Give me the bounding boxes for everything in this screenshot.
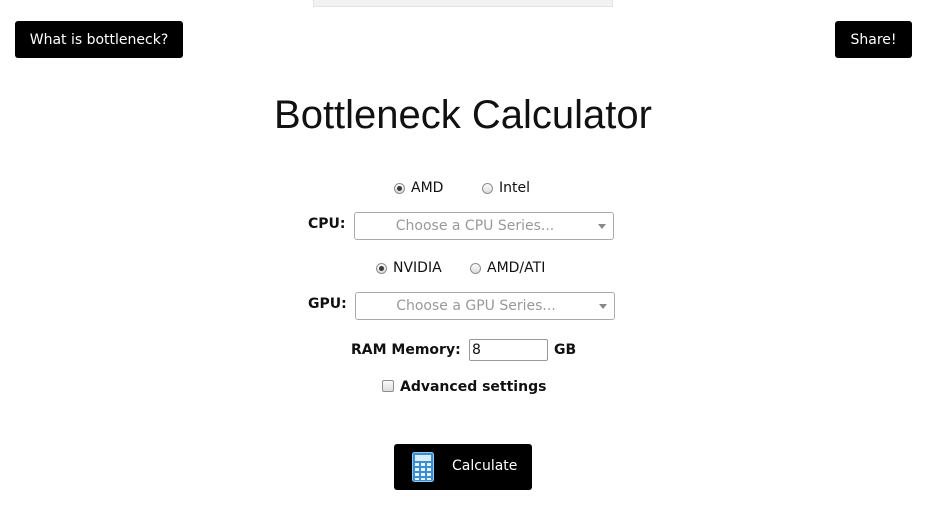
gpu-brand-amd-ati-option[interactable]: AMD/ATI [470, 260, 545, 276]
what-is-bottleneck-button[interactable]: What is bottleneck? [15, 21, 183, 58]
cpu-amd-label[interactable]: AMD [411, 180, 443, 196]
gpu-nvidia-radio[interactable] [376, 262, 387, 274]
cpu-brand-intel-option[interactable]: Intel [482, 180, 530, 196]
cpu-select-placeholder: Choose a CPU Series... [395, 218, 555, 234]
what-is-bottleneck-label: What is bottleneck? [29, 31, 169, 48]
advanced-settings-checkbox[interactable] [382, 380, 394, 392]
cpu-intel-label[interactable]: Intel [499, 180, 530, 196]
cpu-intel-radio[interactable] [482, 182, 493, 194]
calculate-label: Calculate [452, 458, 518, 474]
calculator-icon [412, 452, 434, 482]
chevron-down-icon [598, 224, 606, 229]
ram-label: RAM Memory: [351, 342, 461, 358]
gpu-label: GPU: [308, 296, 347, 312]
cpu-series-select[interactable]: Choose a CPU Series... [354, 212, 614, 240]
advanced-settings-label[interactable]: Advanced settings [400, 379, 546, 395]
cpu-brand-amd-option[interactable]: AMD [394, 180, 443, 196]
gpu-brand-nvidia-option[interactable]: NVIDIA [376, 260, 442, 276]
chevron-down-icon [599, 304, 607, 309]
share-label: Share! [850, 31, 897, 48]
gpu-series-select[interactable]: Choose a GPU Series... [355, 292, 615, 320]
ram-unit: GB [554, 342, 577, 358]
page-title: Bottleneck Calculator [274, 93, 652, 137]
gpu-select-placeholder: Choose a GPU Series... [396, 298, 556, 314]
share-button[interactable]: Share! [835, 21, 912, 58]
calculate-button[interactable]: Calculate [394, 444, 532, 490]
gpu-amd-ati-radio[interactable] [470, 262, 481, 274]
cpu-amd-radio[interactable] [394, 182, 405, 194]
top-ad-strip [313, 0, 613, 7]
ram-input[interactable] [469, 339, 548, 361]
gpu-amd-ati-label[interactable]: AMD/ATI [487, 260, 545, 276]
cpu-label: CPU: [308, 216, 346, 232]
gpu-nvidia-label[interactable]: NVIDIA [393, 260, 442, 276]
